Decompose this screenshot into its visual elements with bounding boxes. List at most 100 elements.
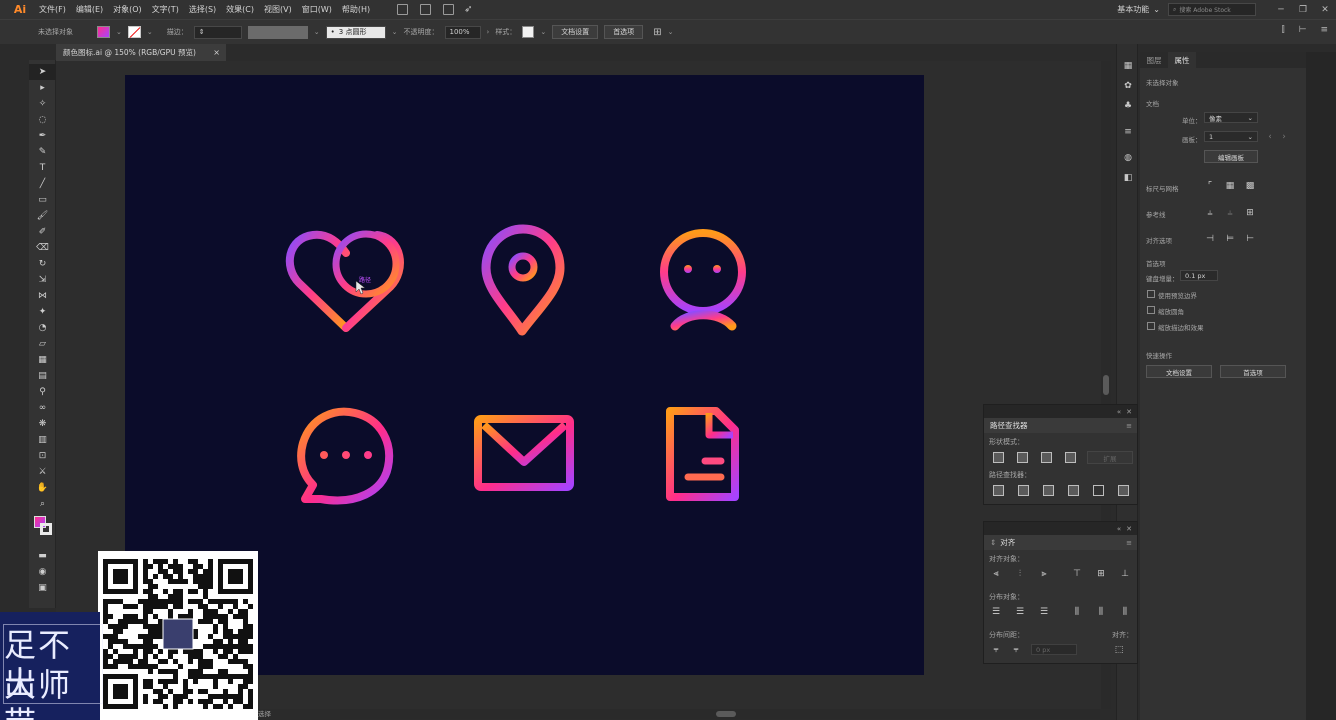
expand-button[interactable]: 扩展 xyxy=(1087,451,1133,464)
rectangle-tool-icon[interactable]: ▭ xyxy=(29,192,56,208)
heart-icon[interactable]: 路径 xyxy=(285,230,404,332)
zoom-tool-icon[interactable]: ⌕ xyxy=(29,496,56,512)
minus-back-icon[interactable] xyxy=(1118,485,1129,496)
vertical-scroll-thumb[interactable] xyxy=(1103,375,1109,395)
color-mode-icon[interactable]: ▬ xyxy=(29,548,56,564)
mail-icon[interactable] xyxy=(474,415,574,491)
align-top-icon[interactable]: ⊤ xyxy=(1072,569,1082,579)
fill-stroke-control[interactable] xyxy=(29,512,56,548)
distribute-bottom-icon[interactable]: ☰ xyxy=(1039,607,1049,617)
lock-guides-icon[interactable]: ⫨ xyxy=(1224,207,1236,218)
chevron-down-icon[interactable]: ⌄ xyxy=(116,28,122,36)
merge-icon[interactable] xyxy=(1043,485,1054,496)
symbol-sprayer-tool-icon[interactable]: ❋ xyxy=(29,416,56,432)
units-dropdown[interactable]: 像素 ⌄ xyxy=(1204,112,1258,123)
keyboard-increment-field[interactable]: 0.1 px xyxy=(1180,270,1218,281)
menu-effect[interactable]: 效果(C) xyxy=(221,0,259,19)
minimize-icon[interactable]: ─ xyxy=(1270,5,1292,15)
exclude-icon[interactable] xyxy=(1065,452,1076,463)
trim-icon[interactable] xyxy=(1018,485,1029,496)
eraser-tool-icon[interactable]: ⌫ xyxy=(29,240,56,256)
line-tool-icon[interactable]: ╱ xyxy=(29,176,56,192)
outline-icon[interactable] xyxy=(1093,485,1104,496)
align-right-icon[interactable]: ⫸ xyxy=(1039,569,1049,579)
arrange-icon[interactable]: ⊞ xyxy=(653,27,661,38)
gradient-tool-icon[interactable]: ▤ xyxy=(29,368,56,384)
chevron-down-icon[interactable]: ⌄ xyxy=(668,28,674,36)
document-setup-button[interactable]: 文档设置 xyxy=(552,25,599,39)
arrange-documents-icon[interactable] xyxy=(443,4,455,15)
transform-icon[interactable]: ⊢ xyxy=(1299,25,1307,35)
artboard-dropdown[interactable]: 1 ⌄ xyxy=(1204,131,1258,142)
panel-header[interactable]: « ✕ xyxy=(984,522,1137,535)
distribute-horizontal-center-icon[interactable]: ⫼ xyxy=(1096,607,1106,617)
previous-artboard-icon[interactable]: ‹ xyxy=(1264,131,1276,142)
slice-tool-icon[interactable]: ⚔ xyxy=(29,464,56,480)
intersect-icon[interactable] xyxy=(1041,452,1052,463)
align-vertical-center-icon[interactable]: ⊞ xyxy=(1096,569,1106,579)
menu-help[interactable]: 帮助(H) xyxy=(337,0,375,19)
column-graph-tool-icon[interactable]: ▥ xyxy=(29,432,56,448)
close-icon[interactable]: ✕ xyxy=(1314,5,1336,15)
quick-preferences-button[interactable]: 首选项 xyxy=(1220,365,1286,378)
panel-menu-icon[interactable]: ≡ xyxy=(1126,422,1132,430)
snap-to-grid-icon[interactable]: ⊨ xyxy=(1224,233,1236,244)
align-icon[interactable]: ⫿ xyxy=(1282,25,1285,35)
align-title-bar[interactable]: ⇕ 对齐 ≡ xyxy=(984,535,1137,550)
draw-mode-icon[interactable]: ◉ xyxy=(29,564,56,580)
horizontal-distribute-space-icon[interactable]: ⫧ xyxy=(1011,645,1021,655)
close-panel-icon[interactable]: ✕ xyxy=(1126,408,1132,416)
align-left-icon[interactable]: ⫷ xyxy=(991,569,1001,579)
lasso-tool-icon[interactable]: ◌ xyxy=(29,112,56,128)
pathfinder-title-bar[interactable]: 路径查找器 ≡ xyxy=(984,418,1137,433)
panel-menu-icon[interactable]: ≡ xyxy=(1126,539,1132,547)
distribute-right-icon[interactable]: ⫼ xyxy=(1120,607,1130,617)
vertical-distribute-space-icon[interactable]: ⫧ xyxy=(991,645,1001,655)
close-tab-icon[interactable]: × xyxy=(213,48,220,57)
bridge-icon[interactable] xyxy=(397,4,409,15)
direct-selection-tool-icon[interactable]: ▸ xyxy=(29,80,56,96)
rotate-tool-icon[interactable]: ↻ xyxy=(29,256,56,272)
width-tool-icon[interactable]: ⋈ xyxy=(29,288,56,304)
chevron-down-icon[interactable]: ⌄ xyxy=(147,28,153,36)
horizontal-scrollbar[interactable] xyxy=(340,709,1100,719)
horizontal-scroll-thumb[interactable] xyxy=(716,711,736,717)
chevron-down-icon[interactable]: ⌄ xyxy=(540,28,546,36)
distribute-left-icon[interactable]: ⫼ xyxy=(1072,607,1082,617)
show-guides-icon[interactable]: ⫨ xyxy=(1204,207,1216,218)
shaper-tool-icon[interactable]: ✐ xyxy=(29,224,56,240)
stroke-weight-field[interactable]: ⇕ xyxy=(193,25,242,39)
edit-artboards-button[interactable]: 编辑画板 xyxy=(1204,150,1258,163)
transparency-icon[interactable]: ◧ xyxy=(1117,168,1139,188)
align-horizontal-center-icon[interactable]: ⫶ xyxy=(1015,569,1025,579)
align-bottom-icon[interactable]: ⊥ xyxy=(1120,569,1130,579)
stock-search-input[interactable]: ⌕ 搜索 Adobe Stock xyxy=(1168,3,1256,16)
snap-to-pixel-icon[interactable]: ⊢ xyxy=(1244,233,1256,244)
brushes-icon[interactable]: ✿ xyxy=(1117,76,1139,96)
blend-tool-icon[interactable]: ∞ xyxy=(29,400,56,416)
gpu-performance-icon[interactable]: ➶ xyxy=(464,4,472,15)
snap-to-point-icon[interactable]: ⊣ xyxy=(1204,233,1216,244)
stroke-swatch[interactable] xyxy=(127,26,141,38)
stroke-color-box[interactable] xyxy=(40,523,52,535)
brush-definition[interactable]: • 3 点圆形 xyxy=(325,25,386,39)
rulers-icon[interactable]: ⌜ xyxy=(1204,180,1216,191)
curvature-tool-icon[interactable]: ✎ xyxy=(29,144,56,160)
shape-builder-tool-icon[interactable]: ◔ xyxy=(29,320,56,336)
tab-layers[interactable]: 图层 xyxy=(1140,52,1168,68)
pen-tool-icon[interactable]: ✒ xyxy=(29,128,56,144)
chat-bubble-icon[interactable] xyxy=(297,407,394,505)
chevron-right-icon[interactable]: › xyxy=(487,28,490,36)
chevron-down-icon[interactable]: ⌄ xyxy=(314,28,320,36)
restore-icon[interactable]: ❐ xyxy=(1292,5,1314,15)
stock-icon[interactable] xyxy=(420,4,432,15)
opacity-field[interactable]: 100% xyxy=(444,25,481,39)
perspective-grid-tool-icon[interactable]: ▱ xyxy=(29,336,56,352)
appearance-icon[interactable]: ◍ xyxy=(1117,148,1139,168)
spacing-field[interactable]: 0 px xyxy=(1031,644,1077,655)
distribute-top-icon[interactable]: ☰ xyxy=(991,607,1001,617)
menu-object[interactable]: 对象(O) xyxy=(108,0,147,19)
transparency-grid-icon[interactable]: ▩ xyxy=(1244,180,1256,191)
menu-select[interactable]: 选择(S) xyxy=(184,0,221,19)
use-preview-bounds-checkbox[interactable] xyxy=(1147,290,1155,298)
